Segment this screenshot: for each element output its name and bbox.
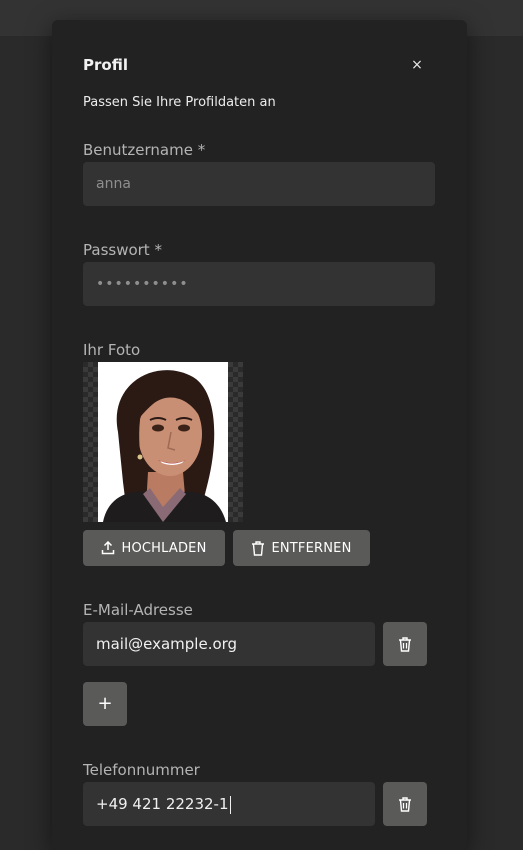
upload-button-label: HOCHLADEN [121, 540, 207, 556]
password-field[interactable]: •••••••••• [83, 262, 435, 306]
username-label: Benutzername * [83, 141, 206, 159]
delete-email-button[interactable] [383, 622, 427, 666]
delete-phone-button[interactable] [383, 782, 427, 826]
close-icon[interactable]: × [407, 56, 427, 74]
profile-photo [98, 362, 228, 522]
profile-photo-image [98, 362, 228, 522]
upload-icon [102, 541, 115, 555]
phone-label: Telefonnummer [83, 761, 200, 779]
add-email-button[interactable]: + [83, 682, 127, 726]
remove-photo-button[interactable]: ENTFERNEN [233, 530, 370, 566]
photo-preview [83, 362, 243, 522]
email-label: E-Mail-Adresse [83, 601, 193, 619]
username-field[interactable]: anna [83, 162, 435, 206]
trash-icon [252, 540, 265, 556]
trash-icon [399, 796, 411, 812]
trash-icon [399, 636, 411, 652]
profile-dialog: Profil × Passen Sie Ihre Profildaten an … [52, 20, 467, 850]
upload-button[interactable]: HOCHLADEN [83, 530, 225, 566]
password-label: Passwort * [83, 241, 162, 259]
dialog-subtitle: Passen Sie Ihre Profildaten an [83, 95, 276, 110]
plus-icon: + [97, 693, 113, 714]
email-field[interactable]: mail@example.org [83, 622, 375, 666]
phone-field[interactable]: +49 421 22232-1 [83, 782, 375, 826]
text-caret [229, 795, 231, 814]
photo-label: Ihr Foto [83, 341, 141, 359]
phone-value: +49 421 22232-1 [96, 795, 229, 813]
dialog-title: Profil [83, 56, 128, 74]
remove-photo-button-label: ENTFERNEN [271, 540, 352, 556]
